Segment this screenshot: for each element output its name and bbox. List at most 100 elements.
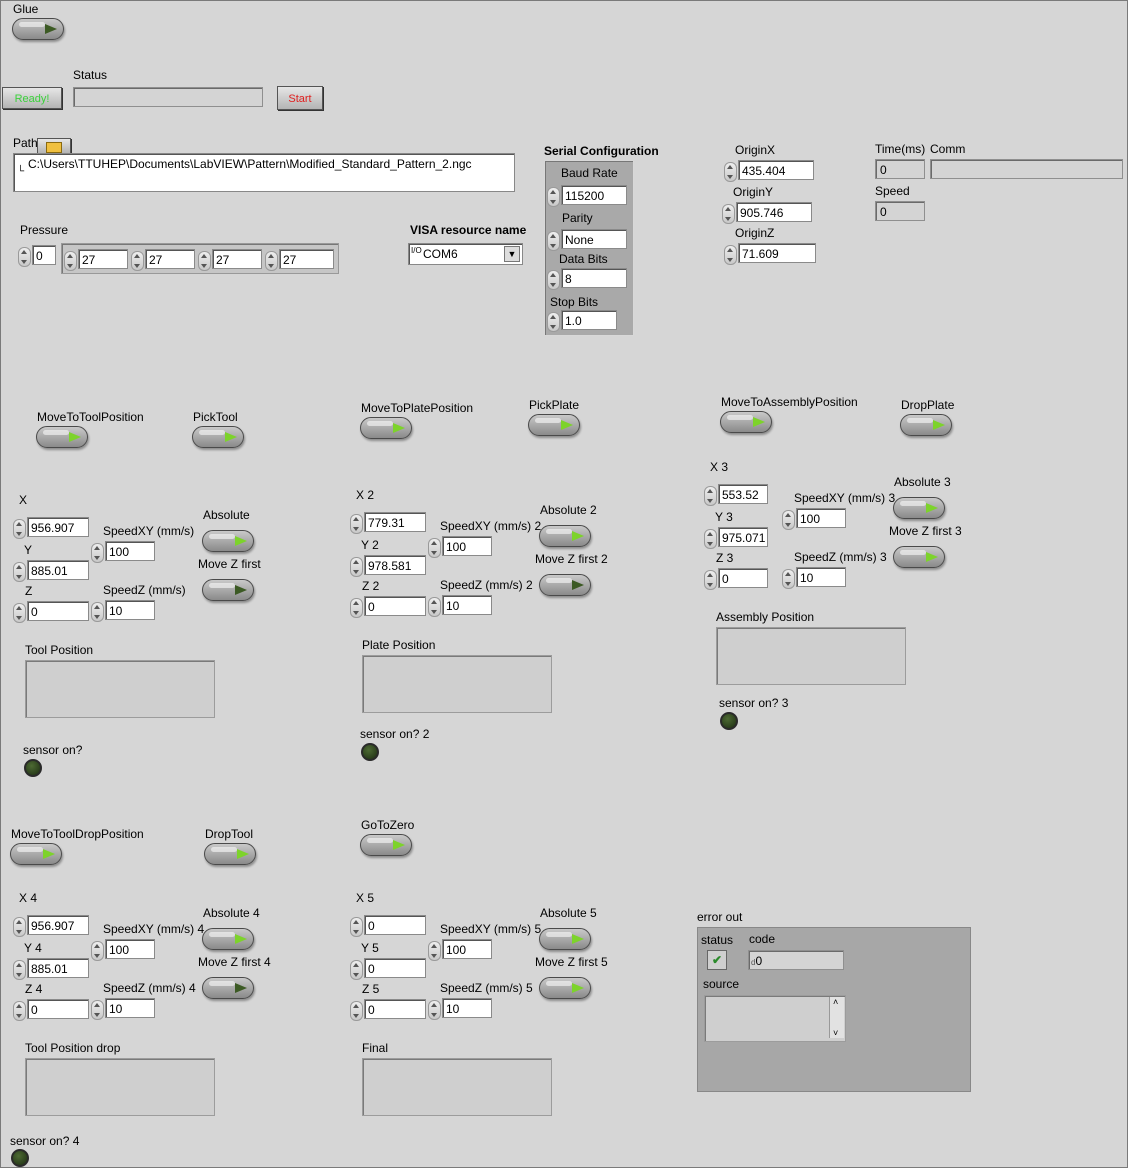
pressure-label: Pressure <box>20 223 69 237</box>
move-to-tool-switch[interactable] <box>36 426 88 448</box>
led-icon <box>235 934 247 944</box>
move-tool-drop-label: MoveToToolDropPosition <box>11 827 144 841</box>
move-assembly-label: MoveToAssemblyPosition <box>721 395 858 409</box>
sensor4-label: sensor on? 4 <box>10 1134 80 1148</box>
absolute5-switch[interactable] <box>539 928 591 950</box>
move-z-first2-switch[interactable] <box>539 574 591 596</box>
led-icon <box>561 420 573 430</box>
error-status-label: status <box>701 933 734 947</box>
z4-label: Z 4 <box>25 982 43 996</box>
plate-position-display <box>362 655 552 713</box>
absolute5-label: Absolute 5 <box>540 906 597 920</box>
start-button[interactable]: Start <box>277 86 323 110</box>
serial-config-title: Serial Configuration <box>544 144 659 158</box>
go-zero-label: GoToZero <box>361 818 415 832</box>
source-scrollbar[interactable]: ˄ ˅ <box>829 997 844 1038</box>
assembly-position-label: Assembly Position <box>716 610 815 624</box>
speedz2-label: SpeedZ (mm/s) 2 <box>440 578 533 592</box>
error-source-display: ˄ ˅ <box>704 995 846 1042</box>
absolute4-switch[interactable] <box>202 928 254 950</box>
pick-plate-switch[interactable] <box>528 414 580 436</box>
sensor2-label: sensor on? 2 <box>360 727 430 741</box>
absolute2-switch[interactable] <box>539 525 591 547</box>
sensor-led-icon <box>24 759 42 777</box>
speedxy3-label: SpeedXY (mm/s) 3 <box>794 491 896 505</box>
led-icon <box>926 503 938 513</box>
sensor2-led-icon <box>361 743 379 761</box>
absolute-label: Absolute <box>203 508 250 522</box>
led-icon <box>753 417 765 427</box>
drop-tool-switch[interactable] <box>204 843 256 865</box>
error-code-value: 0 <box>755 954 763 968</box>
move-to-tool-drop-switch[interactable] <box>10 843 62 865</box>
move-tool-label: MoveToToolPosition <box>37 410 144 424</box>
error-code-display: d0 <box>748 950 844 970</box>
comm-label: Comm <box>930 142 966 156</box>
comm-display <box>930 159 1123 179</box>
led-icon <box>393 423 405 433</box>
pick-tool-label: PickTool <box>193 410 238 424</box>
origin-z-label: OriginZ <box>735 226 775 240</box>
y2-label: Y 2 <box>361 538 379 552</box>
browse-folder-button[interactable] <box>37 138 71 154</box>
led-icon <box>933 420 945 430</box>
led-icon <box>43 849 55 859</box>
x3-label: X 3 <box>710 460 729 474</box>
move-to-assembly-switch[interactable] <box>720 411 772 433</box>
error-code-label: code <box>749 932 776 946</box>
sensor4-led-icon <box>11 1149 29 1167</box>
error-out-label: error out <box>697 910 743 924</box>
path-type-icon: └ <box>17 166 25 177</box>
move-z-first3-label: Move Z first 3 <box>889 524 962 538</box>
baud-label: Baud Rate <box>561 166 618 180</box>
y3-label: Y 3 <box>715 510 733 524</box>
drop-plate-label: DropPlate <box>901 398 955 412</box>
move-z-first4-switch[interactable] <box>202 977 254 999</box>
assembly-position-display <box>716 627 906 685</box>
pick-tool-switch[interactable] <box>192 426 244 448</box>
move-z-first5-switch[interactable] <box>539 977 591 999</box>
speedz4-label: SpeedZ (mm/s) 4 <box>103 981 196 995</box>
parity-label: Parity <box>562 211 593 225</box>
led-icon <box>235 585 247 595</box>
speedxy2-label: SpeedXY (mm/s) 2 <box>440 519 542 533</box>
x4-label: X 4 <box>19 891 38 905</box>
go-to-zero-switch[interactable] <box>360 834 412 856</box>
stopbits-label: Stop Bits <box>550 295 599 309</box>
absolute3-switch[interactable] <box>893 497 945 519</box>
dropdown-arrow-icon[interactable]: ▼ <box>504 246 520 262</box>
led-icon <box>572 580 584 590</box>
pick-plate-label: PickPlate <box>529 398 580 412</box>
speedxy5-label: SpeedXY (mm/s) 5 <box>440 922 542 936</box>
move-z-first-switch[interactable] <box>202 579 254 601</box>
path-value: C:\Users\TTUHEP\Documents\LabVIEW\Patter… <box>28 157 472 171</box>
glue-switch[interactable] <box>12 18 64 40</box>
absolute-switch[interactable] <box>202 530 254 552</box>
scroll-down-icon[interactable]: ˅ <box>833 1028 838 1038</box>
z-label: Z <box>25 584 33 598</box>
move-z-first5-label: Move Z first 5 <box>535 955 608 969</box>
led-icon <box>235 983 247 993</box>
tool-position-label: Tool Position <box>25 643 94 657</box>
move-z-first3-switch[interactable] <box>893 546 945 568</box>
io-icon: I/O <box>411 246 422 255</box>
led-icon <box>235 536 247 546</box>
led-icon <box>572 983 584 993</box>
error-source-label: source <box>703 977 740 991</box>
led-icon <box>572 531 584 541</box>
move-plate-label: MoveToPlatePosition <box>361 401 474 415</box>
status-label: Status <box>73 68 108 82</box>
path-field[interactable]: └ C:\Users\TTUHEP\Documents\LabVIEW\Patt… <box>13 153 515 192</box>
visa-select[interactable]: I/O COM6 ▼ <box>408 243 523 265</box>
x-label: X <box>19 493 28 507</box>
y5-label: Y 5 <box>361 941 379 955</box>
scroll-up-icon[interactable]: ˄ <box>833 997 838 1007</box>
speedxy4-label: SpeedXY (mm/s) 4 <box>103 922 205 936</box>
drop-plate-switch[interactable] <box>900 414 952 436</box>
led-icon <box>926 552 938 562</box>
z5-label: Z 5 <box>362 982 380 996</box>
sensor3-label: sensor on? 3 <box>719 696 789 710</box>
move-to-plate-switch[interactable] <box>360 417 412 439</box>
led-icon <box>572 934 584 944</box>
led-icon <box>69 432 81 442</box>
